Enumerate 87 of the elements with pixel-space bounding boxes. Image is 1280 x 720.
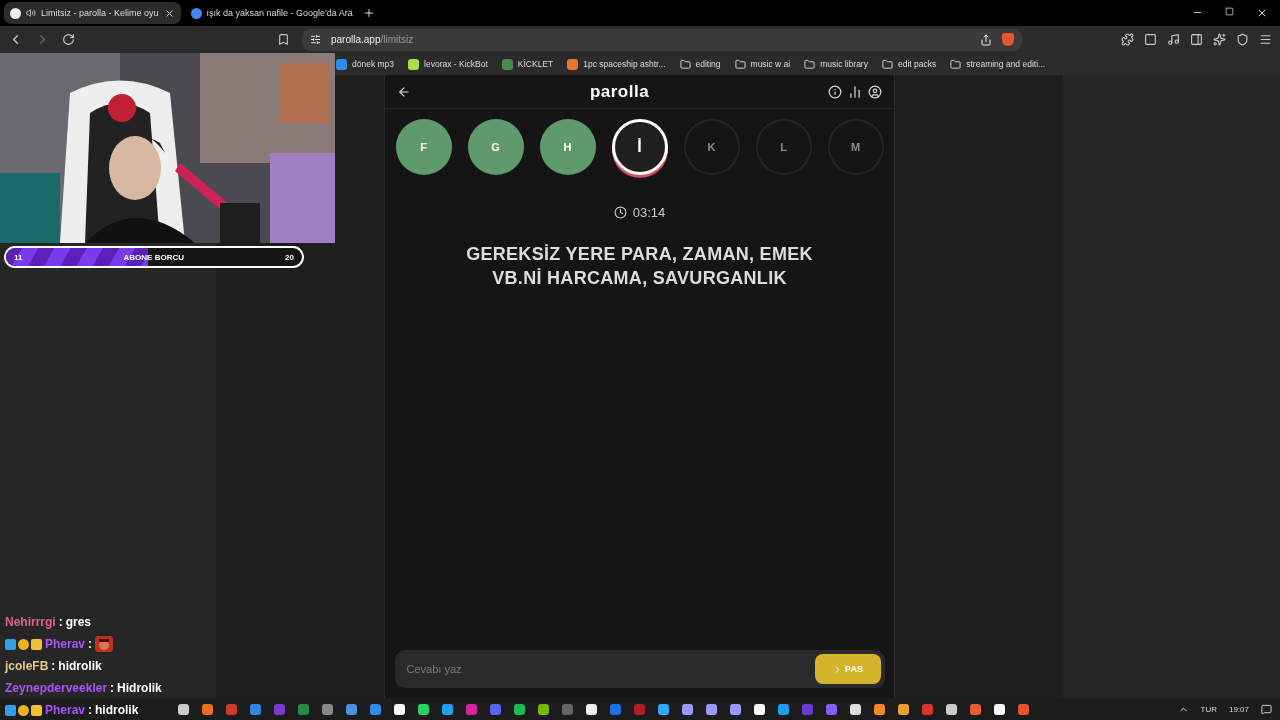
site-settings-icon[interactable]: [310, 34, 321, 45]
chat-username: Pherav: [45, 637, 86, 651]
browser-tab[interactable]: ışık da yaksan nafile - Google'da Ara: [184, 2, 359, 24]
letter-label: G: [491, 141, 500, 153]
letter-label: F: [420, 141, 427, 153]
folder-icon: [950, 58, 962, 70]
app-icon[interactable]: [658, 703, 669, 715]
info-icon[interactable]: [828, 84, 843, 99]
chat-separator: :: [58, 615, 63, 629]
bookmark-item[interactable]: dönek mp3: [336, 58, 395, 70]
chat-separator: :: [51, 659, 56, 673]
chat-username: jcoleFB: [5, 659, 49, 673]
chat-username: Nehirrrgi: [5, 615, 56, 629]
site-icon: [10, 7, 21, 19]
chat-separator: :: [88, 637, 93, 651]
google-icon: [190, 7, 202, 19]
app-icon[interactable]: [994, 703, 1005, 715]
bookmark-item[interactable]: music library: [804, 58, 868, 70]
folder-icon: [804, 58, 816, 70]
notification-icon[interactable]: [1261, 703, 1272, 715]
clock-text[interactable]: 19:07: [1228, 704, 1249, 714]
chat-separator: :: [110, 681, 115, 695]
chat-username: Pherav: [45, 703, 86, 717]
language-indicator[interactable]: TUR: [1200, 704, 1217, 714]
letter-label: İ: [637, 138, 642, 156]
app-icon[interactable]: [538, 703, 549, 715]
close-icon[interactable]: [163, 7, 175, 19]
bookmark-item[interactable]: KİCKLET: [501, 58, 554, 70]
app-icon[interactable]: [754, 703, 765, 715]
app-title: parolla: [588, 81, 651, 102]
chat-message: Hidrolik: [117, 681, 162, 695]
app-icon[interactable]: [730, 703, 741, 715]
extensions-icon[interactable]: [1121, 33, 1134, 46]
app-icon[interactable]: [418, 703, 429, 715]
chat-username: Zeynepderveekler: [5, 681, 108, 695]
bookmark-item[interactable]: music w ai: [734, 58, 791, 70]
timer: 03:14: [632, 205, 666, 220]
folder-icon: [881, 58, 893, 70]
bookmark-item[interactable]: streaming and editi...: [950, 58, 1046, 70]
goal-target: 20: [285, 252, 294, 262]
app-icon[interactable]: [394, 703, 405, 715]
back-icon[interactable]: [396, 84, 411, 99]
folder-icon: [734, 58, 746, 70]
app-icon[interactable]: [442, 703, 453, 715]
app-icon[interactable]: [682, 703, 693, 715]
app-icon[interactable]: [874, 703, 885, 715]
clue-text: GEREKSİZ YERE PARA, ZAMAN, EMEK VB.Nİ HARCAMA, SAVURGANLIK: [465, 243, 814, 290]
goal-count: 11: [14, 252, 23, 262]
app-icon[interactable]: [850, 703, 861, 715]
folder-icon: [679, 58, 691, 70]
bookmark-item[interactable]: levorax - KickBot: [408, 58, 488, 70]
app-icon[interactable]: [778, 703, 789, 715]
user-icon[interactable]: [868, 84, 883, 99]
restore-icon[interactable]: [1225, 7, 1234, 16]
chat-message: gres: [65, 615, 92, 629]
app-icon[interactable]: [514, 703, 525, 715]
app-icon[interactable]: [586, 703, 597, 715]
menu-icon[interactable]: [1259, 33, 1272, 46]
clock-icon: [613, 206, 627, 219]
bookmark-icon[interactable]: [277, 33, 290, 46]
bookmark-item[interactable]: 1pc spaceship ashtr...: [567, 58, 666, 70]
letter-label: H: [563, 141, 572, 153]
app-icon[interactable]: [178, 703, 189, 715]
music-icon[interactable]: [1167, 33, 1180, 46]
browser-tab[interactable]: Limitsiz - parolla - Kelime oyu: [4, 2, 181, 24]
letter-label: K: [707, 141, 716, 153]
close-icon[interactable]: [1256, 7, 1268, 19]
chart-icon[interactable]: [848, 84, 863, 99]
bookmark-item[interactable]: edit packs: [881, 58, 937, 70]
chat-message: hidrolik: [58, 659, 102, 673]
url-text: parolla.app/limitsiz: [331, 34, 414, 45]
sidebar-icon[interactable]: [1190, 33, 1203, 46]
letter-label: L: [780, 141, 787, 153]
chat-separator: :: [88, 703, 93, 717]
app-icon[interactable]: [946, 703, 957, 715]
app-icon[interactable]: [898, 703, 909, 715]
address-bar[interactable]: parolla.app/limitsiz: [302, 28, 1022, 51]
app-icon[interactable]: [706, 703, 717, 715]
shield-icon[interactable]: [1236, 33, 1249, 46]
shield-badge-icon[interactable]: [1002, 33, 1014, 46]
bookmark-item[interactable]: editing: [679, 58, 721, 70]
chat-message: hidrolik: [95, 703, 139, 717]
share-icon[interactable]: [980, 33, 992, 46]
new-tab-icon[interactable]: [362, 7, 375, 19]
sparkle-icon[interactable]: [1213, 33, 1226, 46]
reload-icon[interactable]: [62, 33, 75, 46]
letter-label: M: [850, 141, 861, 153]
